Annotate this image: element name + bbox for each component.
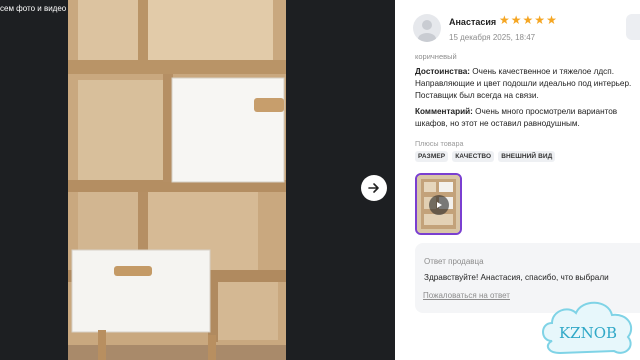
tag-quality[interactable]: КАЧЕСТВО xyxy=(452,151,495,162)
tag-appearance[interactable]: ВНЕШНИЙ ВИД xyxy=(498,151,556,162)
play-triangle-icon xyxy=(437,202,442,208)
pros-text-2: Направляющие и цвет подошли идеально под… xyxy=(415,79,632,88)
star-icon: ★ xyxy=(510,13,522,27)
user-icon xyxy=(418,20,436,42)
rating-stars: ★ ★ ★ ★ ★ xyxy=(499,13,557,27)
review-date: 15 декабря 2025, 18:47 xyxy=(449,33,536,42)
star-icon: ★ xyxy=(534,13,546,27)
watermark-logo: KZNOB xyxy=(542,301,633,355)
shelf-photo-image xyxy=(68,0,286,360)
comment-block: Комментарий: Очень много просмотрели вар… xyxy=(415,106,640,130)
comment-label: Комментарий: xyxy=(415,107,473,116)
seller-response-title: Ответ продавца xyxy=(424,257,484,266)
complain-link[interactable]: Пожаловаться на ответ xyxy=(423,291,510,300)
star-icon: ★ xyxy=(522,13,534,27)
star-icon: ★ xyxy=(546,13,557,27)
media-viewer: сем фото и видео xyxy=(0,0,395,360)
all-media-label[interactable]: сем фото и видео xyxy=(0,4,66,13)
next-photo-button[interactable] xyxy=(361,175,387,201)
pros-label: Достоинства: xyxy=(415,67,471,76)
tag-size[interactable]: РАЗМЕР xyxy=(415,151,449,162)
svg-text:KZNOB: KZNOB xyxy=(559,324,617,342)
seller-response-text: Здравствуйте! Анастасия, спасибо, что вы… xyxy=(424,273,609,282)
comment-text-1: Очень много просмотрели вариантов xyxy=(472,107,618,116)
media-thumbnail[interactable] xyxy=(415,173,462,235)
pros-tags: РАЗМЕР КАЧЕСТВО ВНЕШНИЙ ВИД xyxy=(415,151,556,162)
star-icon: ★ xyxy=(499,13,510,27)
comment-text-2: шкафов, но этот не оставил равнодушным. xyxy=(415,119,580,128)
avatar xyxy=(413,14,441,42)
play-icon xyxy=(429,195,449,215)
reviewer-name: Анастасия xyxy=(449,17,497,27)
product-pros-label: Плюсы товара xyxy=(415,139,464,148)
panel-side-button[interactable] xyxy=(626,14,640,40)
arrow-right-icon xyxy=(368,183,379,193)
pros-block: Достоинства: Очень качественное и тяжело… xyxy=(415,66,640,102)
pros-text-1: Очень качественное и тяжелое лдсп. xyxy=(470,67,614,76)
product-color: коричневый xyxy=(415,52,457,61)
pros-text-3: Поставщик был всегда на связи. xyxy=(415,91,539,100)
review-photo xyxy=(68,0,286,360)
